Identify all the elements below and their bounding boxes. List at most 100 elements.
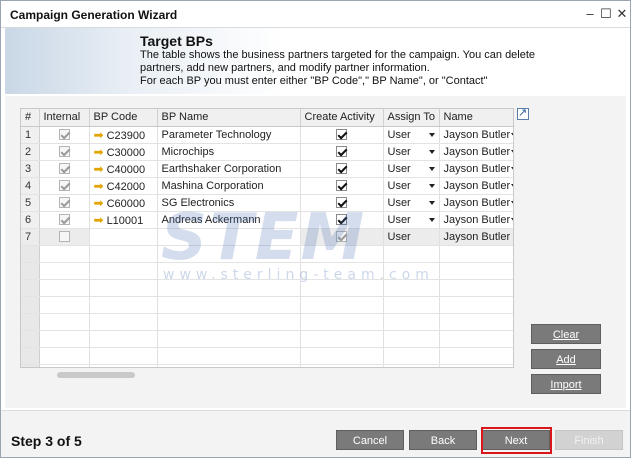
- name-dropdown[interactable]: Jayson Butler: [439, 211, 513, 229]
- link-arrow-icon[interactable]: ➡: [94, 145, 104, 159]
- empty-cell[interactable]: [383, 347, 440, 365]
- empty-cell[interactable]: [157, 313, 301, 331]
- column-header-create-activity[interactable]: Create Activity: [300, 109, 384, 127]
- assign-to-dropdown[interactable]: User: [383, 228, 440, 246]
- table-row[interactable]: 1 ➡ C23900 Parameter Technology User Jayson B…: [21, 126, 513, 144]
- table-row[interactable]: 4 ➡ C42000 Mashina Corporation User Jayson Bu…: [21, 177, 513, 195]
- column-header-internal[interactable]: Internal: [39, 109, 90, 127]
- empty-cell[interactable]: [89, 262, 158, 280]
- column-header-bp-code[interactable]: BP Code: [89, 109, 158, 127]
- empty-cell[interactable]: [39, 364, 90, 367]
- dropdown-arrow-icon[interactable]: [428, 132, 435, 137]
- empty-table-row[interactable]: [21, 347, 513, 365]
- bp-code-cell[interactable]: [89, 228, 158, 246]
- dropdown-arrow-icon[interactable]: [428, 217, 435, 222]
- empty-cell[interactable]: [300, 279, 384, 297]
- empty-cell[interactable]: [439, 262, 513, 280]
- empty-cell[interactable]: [439, 313, 513, 331]
- table-row[interactable]: 5 ➡ C60000 SG Electronics User Jayson Butler: [21, 194, 513, 212]
- bp-code-cell[interactable]: ➡ L10001: [89, 211, 158, 229]
- dropdown-arrow-icon[interactable]: [428, 200, 435, 205]
- empty-table-row[interactable]: [21, 279, 513, 297]
- empty-cell[interactable]: [89, 330, 158, 348]
- assign-to-dropdown[interactable]: User: [383, 194, 440, 212]
- empty-cell[interactable]: [300, 245, 384, 263]
- empty-cell[interactable]: [383, 279, 440, 297]
- column-header-name[interactable]: Name: [439, 109, 513, 127]
- bp-name-cell[interactable]: SG Electronics: [157, 194, 301, 212]
- empty-cell[interactable]: [439, 296, 513, 314]
- close-icon[interactable]: ✕: [613, 5, 631, 23]
- bp-code-cell[interactable]: ➡ C60000: [89, 194, 158, 212]
- empty-cell[interactable]: [39, 262, 90, 280]
- dropdown-arrow-icon[interactable]: [510, 217, 513, 222]
- bp-code-cell[interactable]: ➡ C23900: [89, 126, 158, 144]
- dropdown-arrow-icon[interactable]: [510, 149, 513, 154]
- table-row[interactable]: 7 User Jayson Butler: [21, 228, 513, 246]
- name-dropdown[interactable]: Jayson Butler: [439, 126, 513, 144]
- column-header-assign-to[interactable]: Assign To: [383, 109, 440, 127]
- empty-cell[interactable]: [157, 364, 301, 367]
- empty-cell[interactable]: [383, 313, 440, 331]
- empty-cell[interactable]: [39, 296, 90, 314]
- create-activity-checkbox[interactable]: [336, 180, 347, 192]
- table-row[interactable]: 2 ➡ C30000 Microchips User Jayson Butler: [21, 143, 513, 161]
- bp-code-cell[interactable]: ➡ C40000: [89, 160, 158, 178]
- bp-name-cell[interactable]: Parameter Technology: [157, 126, 301, 144]
- create-activity-checkbox[interactable]: [336, 214, 347, 226]
- bp-name-cell[interactable]: Microchips: [157, 143, 301, 161]
- add-button[interactable]: Add: [531, 349, 601, 369]
- name-dropdown[interactable]: Jayson Butler: [439, 228, 513, 246]
- empty-cell[interactable]: [439, 364, 513, 367]
- empty-cell[interactable]: [39, 313, 90, 331]
- empty-cell[interactable]: [300, 262, 384, 280]
- create-activity-checkbox[interactable]: [336, 146, 347, 158]
- bp-code-cell[interactable]: ➡ C30000: [89, 143, 158, 161]
- table-row[interactable]: 3 ➡ C40000 Earthshaker Corporation User Jayso…: [21, 160, 513, 178]
- name-dropdown[interactable]: Jayson Butler: [439, 160, 513, 178]
- empty-cell[interactable]: [157, 245, 301, 263]
- expand-table-icon[interactable]: [517, 106, 529, 120]
- empty-cell[interactable]: [439, 279, 513, 297]
- dropdown-arrow-icon[interactable]: [510, 200, 513, 205]
- empty-cell[interactable]: [157, 347, 301, 365]
- name-dropdown[interactable]: Jayson Butler: [439, 177, 513, 195]
- cancel-button[interactable]: Cancel: [336, 430, 404, 450]
- empty-table-row[interactable]: [21, 364, 513, 367]
- empty-cell[interactable]: [383, 296, 440, 314]
- empty-cell[interactable]: [89, 279, 158, 297]
- empty-cell[interactable]: [157, 296, 301, 314]
- back-button[interactable]: Back: [409, 430, 477, 450]
- link-arrow-icon[interactable]: ➡: [94, 162, 104, 176]
- bp-name-cell[interactable]: Earthshaker Corporation: [157, 160, 301, 178]
- empty-cell[interactable]: [439, 245, 513, 263]
- empty-cell[interactable]: [383, 364, 440, 367]
- empty-table-row[interactable]: [21, 330, 513, 348]
- create-activity-checkbox[interactable]: [336, 129, 347, 141]
- empty-cell[interactable]: [39, 347, 90, 365]
- empty-cell[interactable]: [383, 245, 440, 263]
- empty-cell[interactable]: [157, 262, 301, 280]
- table-row[interactable]: 6 ➡ L10001 Andreas Ackermann User Jayson Butl…: [21, 211, 513, 229]
- empty-cell[interactable]: [39, 279, 90, 297]
- horizontal-scrollbar[interactable]: [57, 372, 135, 378]
- empty-cell[interactable]: [89, 296, 158, 314]
- empty-cell[interactable]: [383, 330, 440, 348]
- empty-cell[interactable]: [439, 347, 513, 365]
- empty-cell[interactable]: [89, 313, 158, 331]
- bp-name-cell[interactable]: Mashina Corporation: [157, 177, 301, 195]
- assign-to-dropdown[interactable]: User: [383, 160, 440, 178]
- empty-cell[interactable]: [89, 364, 158, 367]
- empty-cell[interactable]: [383, 262, 440, 280]
- bp-code-cell[interactable]: ➡ C42000: [89, 177, 158, 195]
- link-arrow-icon[interactable]: ➡: [94, 213, 104, 227]
- create-activity-checkbox[interactable]: [336, 197, 347, 209]
- create-activity-checkbox[interactable]: [336, 163, 347, 175]
- dropdown-arrow-icon[interactable]: [428, 166, 435, 171]
- empty-cell[interactable]: [39, 330, 90, 348]
- empty-table-row[interactable]: [21, 296, 513, 314]
- create-activity-checkbox[interactable]: [336, 231, 347, 243]
- bp-name-cell[interactable]: Andreas Ackermann: [157, 211, 301, 229]
- column-header-num[interactable]: #: [21, 109, 40, 127]
- empty-cell[interactable]: [89, 245, 158, 263]
